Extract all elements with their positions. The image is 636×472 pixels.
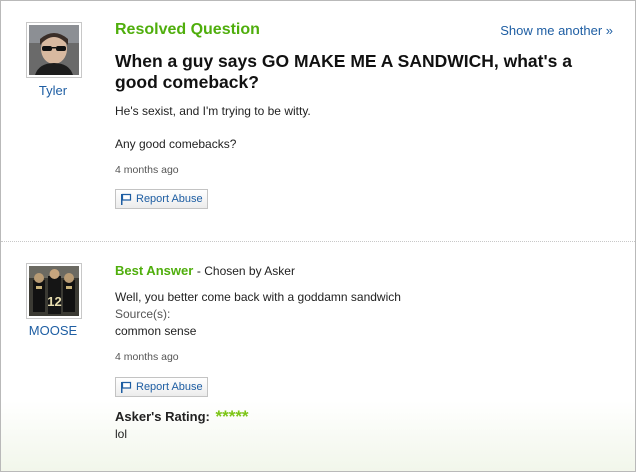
- asker-photo: [29, 25, 79, 75]
- report-abuse-label: Report Abuse: [136, 193, 203, 205]
- show-another-link[interactable]: Show me another »: [500, 23, 613, 38]
- asker-avatar[interactable]: [26, 22, 82, 78]
- flag-icon: [121, 381, 132, 393]
- chosen-by-label: - Chosen by Asker: [196, 264, 295, 278]
- status-heading: Resolved Question: [115, 21, 260, 38]
- answer-text: Well, you better come back with a goddam…: [115, 290, 401, 304]
- answerer-photo: 12: [29, 266, 79, 316]
- answerer-name-link[interactable]: MOOSE: [13, 323, 93, 338]
- answer-report-abuse-button[interactable]: Report Abuse: [115, 377, 208, 397]
- askers-rating: Asker's Rating: *****: [115, 407, 249, 427]
- report-abuse-label: Report Abuse: [136, 381, 203, 393]
- rating-comment: lol: [115, 427, 128, 441]
- best-answer-header: Best Answer - Chosen by Asker: [115, 263, 295, 278]
- sources-label: Source(s):: [115, 307, 171, 321]
- best-answer-section: 12 MOOSE Best Answer - Chosen by Asker W…: [1, 244, 635, 471]
- answer-timestamp: 4 months ago: [115, 351, 179, 363]
- best-answer-heading: Best Answer: [115, 263, 194, 278]
- question-section: Tyler Resolved Question Show me another …: [1, 1, 635, 241]
- section-divider: [1, 241, 635, 242]
- report-abuse-button[interactable]: Report Abuse: [115, 189, 208, 209]
- rating-stars: *****: [215, 407, 249, 426]
- svg-text:12: 12: [47, 294, 61, 309]
- question-title: When a guy says GO MAKE ME A SANDWICH, w…: [115, 51, 572, 92]
- question-timestamp: 4 months ago: [115, 164, 179, 176]
- question-page: Tyler Resolved Question Show me another …: [0, 0, 636, 472]
- question-body-line-2: Any good comebacks?: [115, 137, 237, 151]
- question-body-line-1: He's sexist, and I'm trying to be witty.: [115, 104, 311, 118]
- sources-value: common sense: [115, 324, 197, 338]
- asker-name-link[interactable]: Tyler: [13, 83, 93, 98]
- answerer-avatar[interactable]: 12: [26, 263, 82, 319]
- rating-label: Asker's Rating:: [115, 409, 210, 424]
- flag-icon: [121, 193, 132, 205]
